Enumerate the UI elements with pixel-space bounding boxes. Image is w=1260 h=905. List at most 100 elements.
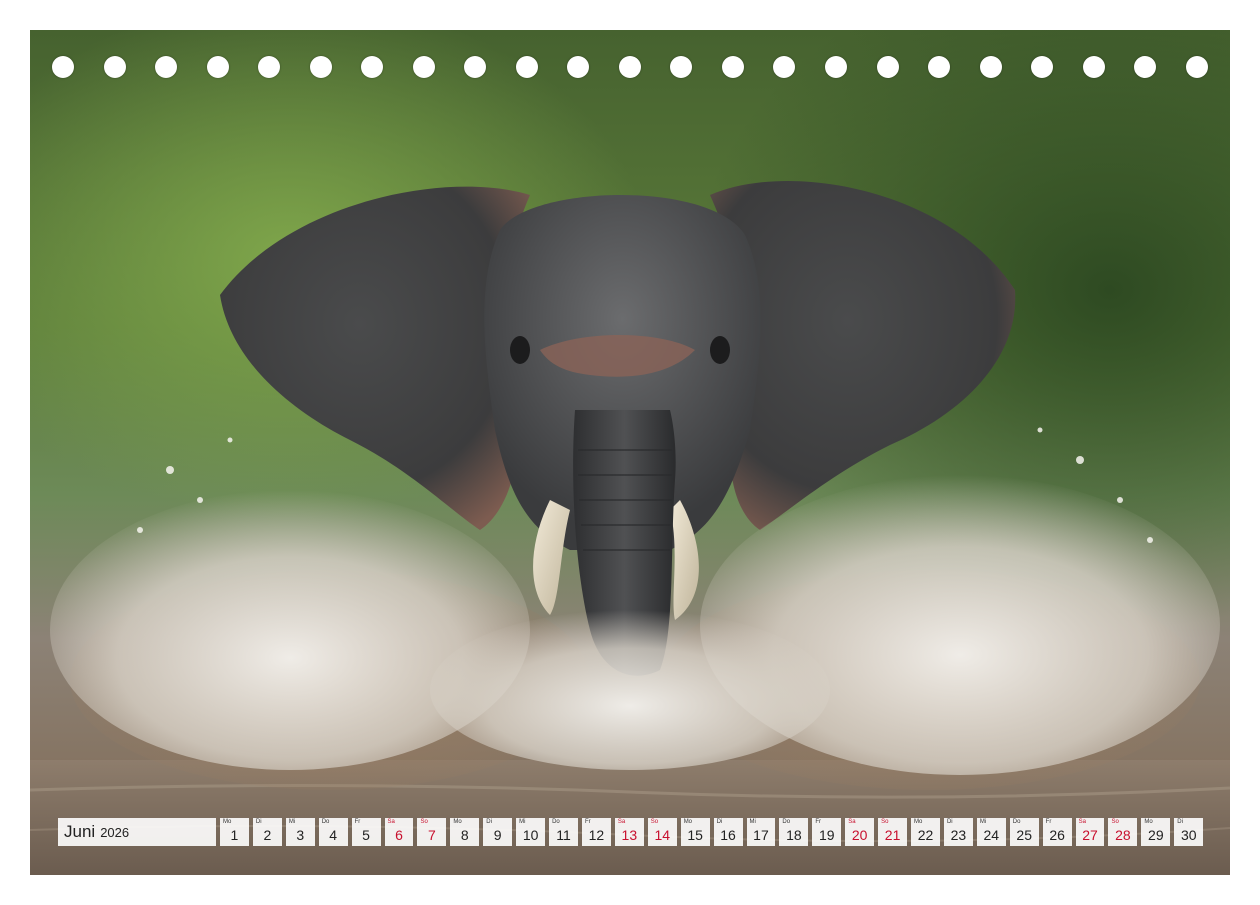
day-cells: Mo 1 Di 2 Mi 3 Do 4 Fr 5 Sa 6 So 7 Mo 8 Di 9 Mi 10 Do 11 Fr 12 S… [220, 818, 1204, 846]
day-number: 14 [654, 827, 671, 843]
day-cell: Mi 17 [746, 818, 776, 846]
binding-hole [309, 56, 332, 78]
binding-hole [773, 56, 796, 78]
binding-hole [515, 56, 538, 78]
day-cell: Di 30 [1174, 818, 1204, 846]
day-cell: Sa 6 [384, 818, 414, 846]
binding-hole [721, 56, 744, 78]
binding-hole [155, 56, 178, 78]
day-cell: Do 25 [1009, 818, 1039, 846]
weekday-abbrev: So [420, 819, 428, 825]
day-number: 9 [493, 827, 502, 843]
month-label-box: Juni 2026 [58, 818, 216, 846]
weekday-abbrev: Mo [1144, 819, 1153, 825]
binding-hole [567, 56, 590, 78]
weekday-abbrev: So [881, 819, 889, 825]
day-number: 5 [362, 827, 370, 843]
day-cell: Fr 26 [1042, 818, 1072, 846]
weekday-abbrev: Mo [914, 819, 923, 825]
weekday-abbrev: Mo [683, 819, 693, 825]
day-cell: Di 23 [943, 818, 973, 846]
binding-hole [52, 56, 74, 78]
day-cell: Fr 5 [351, 818, 381, 846]
day-cell: Mo 22 [911, 818, 940, 846]
weekday-abbrev: Fr [1045, 819, 1052, 825]
binding-hole [206, 56, 229, 78]
weekday-abbrev: Sa [848, 819, 856, 825]
weekday-abbrev: Mi [749, 819, 756, 825]
binding-hole [618, 56, 641, 78]
day-number: 16 [720, 827, 736, 843]
day-cell: Mi 3 [285, 818, 315, 846]
binding-hole [258, 56, 281, 78]
day-number: 2 [263, 827, 272, 843]
day-number: 4 [329, 827, 338, 843]
weekday-abbrev: Sa [387, 819, 395, 825]
day-number: 10 [522, 827, 539, 843]
day-cell: Fr 12 [581, 818, 611, 846]
binding-hole [1134, 56, 1157, 78]
day-number: 6 [395, 827, 403, 843]
binding-hole [361, 56, 384, 78]
weekday-abbrev: Sa [617, 819, 626, 825]
weekday-abbrev: Mo [223, 819, 232, 825]
day-number: 8 [460, 827, 469, 843]
day-number: 18 [786, 827, 802, 843]
day-number: 25 [1016, 827, 1032, 843]
weekday-abbrev: Mi [979, 819, 987, 825]
binding-hole [876, 56, 899, 78]
day-cell: Sa 20 [845, 818, 875, 846]
day-cell: Mo 1 [220, 818, 249, 846]
binding-hole [464, 56, 487, 78]
binding-hole [1185, 56, 1208, 78]
day-number: 11 [556, 827, 571, 843]
binding-hole [103, 56, 126, 78]
day-number: 7 [427, 827, 436, 843]
weekday-abbrev: Do [321, 819, 330, 825]
day-number: 12 [588, 827, 605, 843]
binding-hole [670, 56, 693, 78]
weekday-abbrev: Mi [288, 819, 296, 825]
binding-hole [1031, 56, 1054, 78]
binding-hole [979, 56, 1002, 78]
day-cell: Do 4 [318, 818, 348, 846]
day-cell: Di 9 [483, 818, 513, 846]
spiral-binding-holes [52, 55, 1208, 79]
weekday-abbrev: Do [552, 819, 560, 825]
day-number: 28 [1115, 827, 1131, 843]
binding-hole [928, 56, 951, 78]
day-cell: Di 2 [252, 818, 282, 846]
day-cell: Mo 8 [450, 818, 480, 846]
day-number: 3 [296, 827, 305, 843]
day-number: 19 [818, 827, 835, 843]
calendar-strip: Juni 2026 Mo 1 Di 2 Mi 3 Do 4 Fr 5 Sa 6 So 7 Mo 8 Di 9 Mi 1… [58, 818, 1204, 846]
day-number: 17 [753, 827, 769, 843]
binding-hole [1082, 56, 1105, 78]
weekday-abbrev: Di [716, 819, 723, 825]
weekday-abbrev: Do [1012, 819, 1021, 825]
weekday-abbrev: Di [1177, 819, 1183, 825]
day-cell: Mi 24 [976, 818, 1006, 846]
weekday-abbrev: Sa [1078, 819, 1086, 825]
month-name: Juni [64, 822, 96, 841]
calendar-page: Juni 2026 Mo 1 Di 2 Mi 3 Do 4 Fr 5 Sa 6 So 7 Mo 8 Di 9 Mi 1… [30, 30, 1230, 875]
day-cell: Fr 19 [812, 818, 842, 846]
day-number: 22 [917, 827, 934, 843]
weekday-abbrev: So [650, 819, 659, 825]
day-cell: Mi 10 [516, 818, 546, 846]
day-cell: Mo 15 [680, 818, 710, 846]
weekday-abbrev: Di [946, 819, 953, 825]
day-cell: Mo 29 [1141, 818, 1171, 846]
day-number: 1 [230, 827, 239, 843]
year: 2026 [100, 824, 130, 840]
weekday-abbrev: Di [255, 819, 262, 825]
weekday-abbrev: Fr [354, 819, 361, 825]
elephant-photo [30, 180, 1230, 875]
weekday-abbrev: Mo [453, 819, 462, 825]
day-cell: Do 18 [779, 818, 809, 846]
day-number: 13 [621, 827, 638, 843]
day-number: 26 [1049, 827, 1065, 843]
weekday-abbrev: Di [486, 819, 492, 825]
day-cell: So 21 [878, 818, 908, 846]
day-cell: Sa 13 [614, 818, 644, 846]
